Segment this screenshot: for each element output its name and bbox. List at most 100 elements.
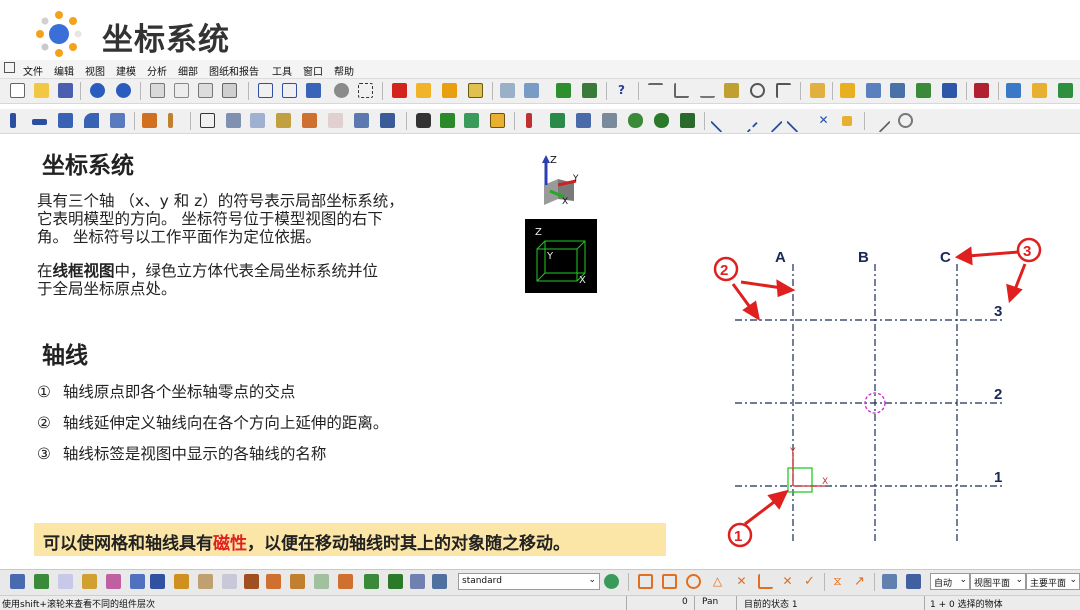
select-components-icon[interactable] xyxy=(244,574,259,589)
menu-item-file[interactable]: 文件 xyxy=(23,63,43,78)
menu-item-modeling[interactable]: 建模 xyxy=(116,63,136,78)
menu-item-detailing[interactable]: 细部 xyxy=(178,63,198,78)
column-icon[interactable] xyxy=(10,113,16,128)
copy-icon[interactable] xyxy=(150,83,165,98)
select-reinforcement-icon[interactable] xyxy=(266,574,281,589)
select-parts-icon[interactable] xyxy=(34,574,49,589)
layout-icon[interactable] xyxy=(442,83,457,98)
select-all-icon[interactable] xyxy=(10,574,25,589)
angle-icon[interactable] xyxy=(786,110,809,133)
snap-arrow-icon[interactable]: ↗ xyxy=(852,574,867,589)
snap-6-icon[interactable] xyxy=(776,83,791,98)
line-icon[interactable] xyxy=(710,110,733,133)
rebar-icon[interactable] xyxy=(276,113,291,128)
select-points-icon[interactable] xyxy=(150,574,165,589)
parallel-icon[interactable] xyxy=(760,110,783,133)
select-surface-icon[interactable] xyxy=(58,574,73,589)
pen-icon[interactable] xyxy=(810,83,825,98)
arrow-right-icon[interactable] xyxy=(500,83,515,98)
snap-intersection-icon[interactable]: ✕ xyxy=(734,574,749,589)
menu-item-drawings[interactable]: 图纸和报告 xyxy=(209,63,259,78)
auto-select[interactable]: 自动 ⌄ xyxy=(930,573,970,590)
gear-green-2-icon[interactable] xyxy=(654,113,669,128)
main-plane-select[interactable]: 主要平面 ⌄ xyxy=(1026,573,1080,590)
snap-triangle-icon[interactable]: △ xyxy=(710,574,725,589)
select-views-icon[interactable] xyxy=(314,574,329,589)
plane-2-icon[interactable] xyxy=(906,574,921,589)
beam-icon[interactable] xyxy=(32,119,47,125)
clip-plane-icon[interactable] xyxy=(526,113,532,128)
arrow-down-icon[interactable] xyxy=(524,83,539,98)
select-assemblies-icon[interactable] xyxy=(290,574,305,589)
clipboard-icon[interactable] xyxy=(198,83,213,98)
menu-item-tools[interactable]: 工具 xyxy=(272,63,292,78)
new-file-icon[interactable] xyxy=(10,83,25,98)
app-window-icon[interactable] xyxy=(4,62,15,73)
menu-item-edit[interactable]: 编辑 xyxy=(54,63,74,78)
select-model-icon[interactable] xyxy=(432,574,447,589)
binoculars-icon[interactable] xyxy=(416,113,431,128)
view-2-icon[interactable] xyxy=(464,113,479,128)
tool-icon[interactable] xyxy=(974,83,989,98)
filter-settings-icon[interactable] xyxy=(604,574,619,589)
snap-mid-icon[interactable] xyxy=(662,574,677,589)
select-objects-icon[interactable] xyxy=(364,574,379,589)
measure-2-icon[interactable] xyxy=(602,113,617,128)
pad-footing-icon[interactable] xyxy=(142,113,157,128)
select-bolts-icon[interactable] xyxy=(198,574,213,589)
menu-item-help[interactable]: 帮助 xyxy=(334,63,354,78)
curved-beam-icon[interactable] xyxy=(84,113,99,128)
properties-icon[interactable] xyxy=(222,83,237,98)
component-icon[interactable] xyxy=(354,113,369,128)
circle-icon[interactable] xyxy=(898,113,913,128)
catalog-icon[interactable] xyxy=(380,113,395,128)
undo-icon[interactable] xyxy=(90,83,105,98)
view-plane-select[interactable]: 视图平面 ⌄ xyxy=(970,573,1026,590)
line-2-icon[interactable] xyxy=(736,110,759,133)
redo-icon[interactable] xyxy=(116,83,131,98)
folder-2-icon[interactable] xyxy=(416,83,431,98)
measure-icon[interactable] xyxy=(576,113,591,128)
window-icon[interactable] xyxy=(258,83,273,98)
cross-icon[interactable]: ✕ xyxy=(816,113,831,128)
select-planes-icon[interactable] xyxy=(222,574,237,589)
open-folder-icon[interactable] xyxy=(34,83,49,98)
snap-1-icon[interactable] xyxy=(648,83,663,98)
ortho-beam-icon[interactable] xyxy=(110,113,125,128)
select-area-icon[interactable] xyxy=(358,83,373,98)
help-icon[interactable]: ? xyxy=(614,83,629,98)
print-2-icon[interactable] xyxy=(582,83,597,98)
select-gridlines-icon[interactable] xyxy=(130,574,145,589)
select-nested-icon[interactable] xyxy=(410,574,425,589)
snap-5-icon[interactable] xyxy=(750,83,765,98)
magic-icon[interactable] xyxy=(1032,83,1047,98)
select-welds-icon[interactable] xyxy=(174,574,189,589)
list-icon[interactable] xyxy=(306,83,321,98)
model-icon[interactable] xyxy=(468,83,483,98)
select-assembly-2-icon[interactable] xyxy=(388,574,403,589)
network-icon[interactable] xyxy=(680,113,695,128)
panel-icon[interactable] xyxy=(200,113,215,128)
grid-icon[interactable] xyxy=(890,83,905,98)
menu-item-view[interactable]: 视图 xyxy=(85,63,105,78)
slash-icon[interactable] xyxy=(868,110,891,133)
polybeam-icon[interactable] xyxy=(58,113,73,128)
report-icon[interactable] xyxy=(916,83,931,98)
clip-2-icon[interactable] xyxy=(550,113,565,128)
snap-2-icon[interactable] xyxy=(674,83,689,98)
box-icon[interactable] xyxy=(490,113,505,128)
select-cuts-icon[interactable] xyxy=(82,574,97,589)
detail-icon[interactable] xyxy=(328,113,343,128)
table-icon[interactable] xyxy=(942,83,957,98)
snap-any-icon[interactable]: ⧖ xyxy=(830,574,845,589)
strip-footing-icon[interactable] xyxy=(168,113,173,128)
more-icon[interactable] xyxy=(1006,83,1021,98)
menu-item-window[interactable]: 窗口 xyxy=(303,63,323,78)
snap-center-icon[interactable] xyxy=(686,574,701,589)
snap-end-icon[interactable] xyxy=(638,574,653,589)
plane-icon[interactable] xyxy=(882,574,897,589)
slab-icon[interactable] xyxy=(226,113,241,128)
save-icon[interactable] xyxy=(58,83,73,98)
point-icon[interactable] xyxy=(842,116,852,126)
xyz-icon[interactable] xyxy=(392,83,407,98)
